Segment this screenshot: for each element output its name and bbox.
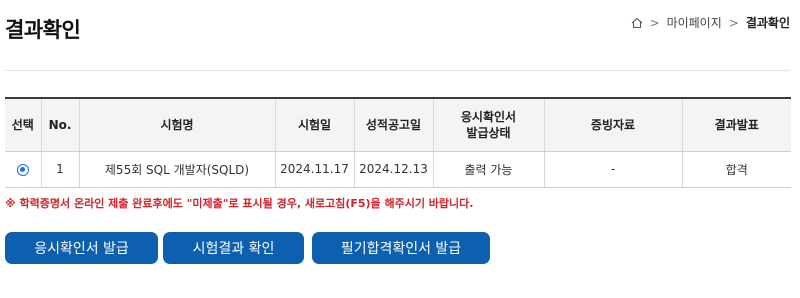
issue-certificate-button[interactable]: 응시확인서 발급 — [5, 232, 158, 264]
table-row[interactable]: 1 제55회 SQL 개발자(SQLD) 2024.11.17 2024.12.… — [5, 151, 791, 188]
cell-evidence: - — [543, 151, 682, 188]
cell-score-date: 2024.12.13 — [353, 151, 433, 188]
header-score-date: 성적공고일 — [353, 97, 433, 152]
cell-cert-status: 출력 가능 — [432, 151, 544, 188]
header-exam-date: 시험일 — [274, 97, 354, 152]
breadcrumb-mypage[interactable]: 마이페이지 — [667, 14, 722, 31]
breadcrumb-separator: > — [728, 15, 739, 30]
select-cell — [5, 151, 41, 188]
table-header-row: 선택 No. 시험명 시험일 성적공고일 응시확인서 발급상태 증빙자료 결과발… — [5, 97, 791, 152]
header-select: 선택 — [5, 97, 41, 152]
refresh-notice: ※ 학력증명서 온라인 제출 완료후에도 "미제출"로 표시될 경우, 새로고침… — [5, 197, 474, 210]
page-title: 결과확인 — [5, 18, 81, 42]
header-exam-name: 시험명 — [78, 97, 275, 152]
select-radio[interactable] — [16, 163, 29, 176]
title-divider — [5, 70, 790, 71]
breadcrumb: > 마이페이지 > 결과확인 — [631, 14, 790, 31]
cell-exam-name: 제55회 SQL 개발자(SQLD) — [78, 151, 275, 188]
breadcrumb-current: 결과확인 — [745, 16, 790, 30]
header-no: No. — [40, 97, 79, 152]
check-result-button[interactable]: 시험결과 확인 — [163, 232, 304, 264]
cell-exam-date: 2024.11.17 — [274, 151, 354, 188]
results-table: 선택 No. 시험명 시험일 성적공고일 응시확인서 발급상태 증빙자료 결과발… — [5, 97, 791, 188]
written-pass-certificate-button[interactable]: 필기합격확인서 발급 — [312, 232, 490, 264]
cell-no: 1 — [40, 151, 79, 188]
header-evidence: 증빙자료 — [543, 97, 682, 152]
header-result: 결과발표 — [681, 97, 791, 152]
breadcrumb-separator: > — [649, 15, 660, 30]
cell-result: 합격 — [681, 151, 791, 188]
header-cert-status: 응시확인서 발급상태 — [432, 97, 544, 152]
home-icon[interactable] — [631, 17, 643, 29]
